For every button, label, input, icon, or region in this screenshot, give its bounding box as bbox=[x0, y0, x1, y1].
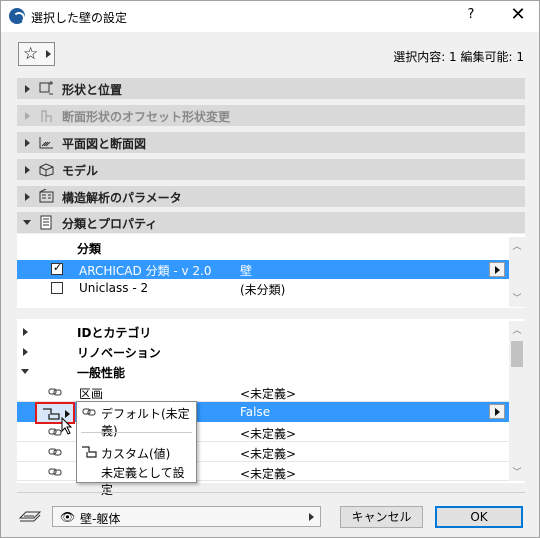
profile-offset-icon bbox=[41, 110, 52, 122]
property-group-general[interactable]: 一般性能 bbox=[17, 362, 509, 382]
section-classification-and-properties[interactable]: 分類とプロパティ bbox=[17, 212, 525, 233]
footer-divider bbox=[17, 492, 525, 493]
collapse-triangle-icon bbox=[23, 220, 31, 225]
custom-value-icon bbox=[82, 446, 97, 458]
geometry-icon bbox=[39, 81, 53, 95]
section-label: 断面形状のオフセット形状変更 bbox=[62, 110, 231, 124]
link-icon bbox=[82, 408, 96, 416]
properties-scrollbar[interactable]: ︿ ﹀ bbox=[509, 321, 525, 481]
layer-name: 壁-躯体 bbox=[80, 512, 121, 526]
property-value: <未定義> bbox=[240, 447, 297, 461]
layer-icon bbox=[18, 511, 42, 522]
property-group-renovation[interactable]: リノベーション bbox=[17, 342, 509, 362]
classification-row[interactable]: Uniclass - 2 (未分類) bbox=[17, 279, 509, 298]
section-label: モデル bbox=[62, 164, 99, 178]
property-value-picker-button[interactable] bbox=[489, 404, 505, 419]
section-profile-offset: 断面形状のオフセット形状変更 bbox=[17, 105, 525, 126]
classification-picker-button[interactable] bbox=[489, 262, 505, 277]
expand-triangle-icon bbox=[23, 328, 28, 336]
popup-item-custom[interactable]: カスタム(値) bbox=[77, 443, 196, 461]
close-button[interactable]: ✕ bbox=[506, 4, 530, 25]
property-value: <未定義> bbox=[240, 427, 297, 441]
property-group-label: リノベーション bbox=[77, 346, 161, 360]
expand-triangle-icon bbox=[25, 166, 30, 174]
link-icon bbox=[48, 468, 62, 476]
chevron-right-icon bbox=[46, 50, 51, 58]
classification-checkbox[interactable] bbox=[51, 282, 63, 294]
cancel-button[interactable]: キャンセル bbox=[340, 506, 423, 528]
selection-info: 選択内容: 1 編集可能: 1 bbox=[393, 50, 524, 64]
expand-triangle-icon bbox=[25, 85, 30, 93]
expand-triangle-icon bbox=[25, 139, 30, 147]
custom-value-icon bbox=[43, 408, 60, 420]
star-icon: ☆ bbox=[23, 44, 39, 64]
classification-value: 壁 bbox=[240, 264, 253, 278]
classification-icon bbox=[40, 215, 52, 230]
classification-checkbox[interactable] bbox=[51, 261, 63, 275]
favorites-button[interactable]: ☆ bbox=[18, 42, 55, 66]
popup-item-label: カスタム(値) bbox=[101, 447, 171, 461]
chevron-right-icon bbox=[309, 513, 314, 521]
popup-item-set-undefined[interactable]: 未定義として設定 bbox=[77, 462, 196, 497]
archicad-logo-icon bbox=[9, 8, 25, 24]
popup-separator bbox=[81, 432, 192, 433]
link-icon bbox=[48, 388, 62, 396]
link-icon bbox=[48, 428, 62, 436]
expand-triangle-icon bbox=[25, 112, 30, 120]
classification-row[interactable]: ARCHICAD 分類 - v 2.0 壁 bbox=[17, 260, 509, 279]
section-label: 分類とプロパティ bbox=[62, 217, 158, 231]
section-floor-plan-and-section[interactable]: 平面図と断面図 bbox=[17, 132, 525, 153]
scroll-down-icon[interactable]: ﹀ bbox=[509, 291, 525, 305]
ok-button[interactable]: OK bbox=[435, 506, 523, 528]
property-value: False bbox=[240, 405, 271, 419]
collapse-triangle-icon bbox=[21, 369, 29, 374]
section-label: 構造解析のパラメータ bbox=[62, 191, 182, 205]
scroll-up-icon[interactable]: ︿ bbox=[509, 323, 525, 337]
section-model[interactable]: モデル bbox=[17, 159, 525, 180]
property-row[interactable]: 区画 <未定義> bbox=[17, 382, 509, 402]
scroll-up-icon[interactable]: ︿ bbox=[509, 239, 525, 253]
classification-name: Uniclass - 2 bbox=[79, 281, 149, 295]
expand-triangle-icon bbox=[23, 348, 28, 356]
classification-header: 分類 bbox=[77, 242, 102, 256]
title-bar[interactable]: 選択した壁の設定 ? ✕ bbox=[1, 1, 539, 32]
property-group-label: IDとカテゴリ bbox=[77, 326, 152, 340]
scroll-down-icon[interactable]: ﹀ bbox=[509, 465, 525, 479]
classification-scrollbar[interactable]: ︿ ﹀ bbox=[509, 237, 525, 307]
mouse-cursor-icon bbox=[61, 417, 73, 435]
eye-icon: 👁 bbox=[60, 510, 76, 524]
expand-triangle-icon bbox=[25, 193, 30, 201]
section-label: 平面図と断面図 bbox=[62, 137, 147, 151]
classification-value: (未分類) bbox=[240, 283, 286, 297]
property-group-label: 一般性能 bbox=[77, 366, 126, 380]
property-value: <未定義> bbox=[240, 467, 297, 481]
section-structural-analysis[interactable]: 構造解析のパラメータ bbox=[17, 186, 525, 207]
structural-analysis-icon bbox=[39, 189, 54, 203]
section-label: 形状と位置 bbox=[62, 83, 123, 97]
help-button[interactable]: ? bbox=[461, 7, 481, 22]
layer-selector[interactable]: 👁 壁-躯体 bbox=[52, 506, 321, 527]
popup-item-default[interactable]: デフォルト(未定義) bbox=[77, 403, 196, 438]
popup-item-label: デフォルト(未定義) bbox=[101, 407, 190, 438]
section-geometry-and-positioning[interactable]: 形状と位置 bbox=[17, 78, 525, 99]
property-value-popup-menu: デフォルト(未定義) カスタム(値) 未定義として設定 bbox=[76, 401, 197, 497]
scrollbar-thumb[interactable] bbox=[511, 341, 523, 367]
window-title: 選択した壁の設定 bbox=[31, 11, 128, 25]
model-icon bbox=[39, 163, 54, 177]
link-icon bbox=[48, 448, 62, 456]
classification-name: ARCHICAD 分類 - v 2.0 bbox=[79, 264, 212, 278]
property-value: <未定義> bbox=[240, 387, 297, 401]
property-name: 区画 bbox=[79, 387, 104, 401]
floor-plan-icon bbox=[39, 137, 53, 149]
dialog-window: 選択した壁の設定 ? ✕ ☆ 選択内容: 1 編集可能: 1 形状と位置 断面形… bbox=[0, 0, 540, 538]
property-group-id-category[interactable]: IDとカテゴリ bbox=[17, 322, 509, 342]
